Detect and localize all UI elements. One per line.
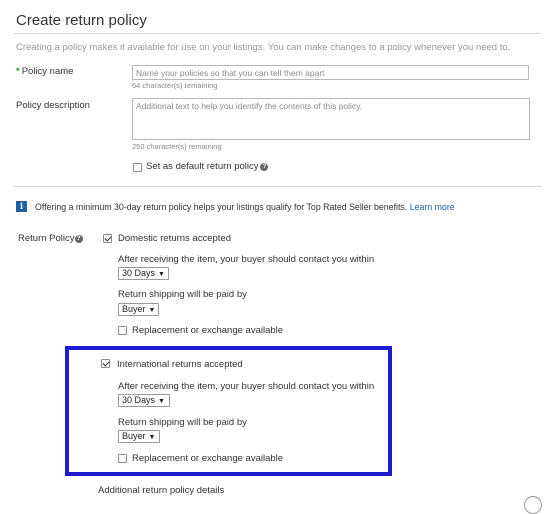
chevron-down-icon: ▼ <box>158 271 165 278</box>
international-contact-select[interactable]: 30 Days ▼ <box>118 394 170 407</box>
additional-details-label: Additional return policy details <box>98 485 225 496</box>
notice-text: Offering a minimum 30-day return policy … <box>35 202 408 212</box>
domestic-returns-checkbox[interactable] <box>103 234 112 243</box>
policy-description-label: Policy description <box>16 100 90 111</box>
domestic-shipping-select[interactable]: Buyer ▼ <box>118 303 159 316</box>
international-shipping-value: Buyer <box>122 431 146 441</box>
international-returns-checkbox-wrap[interactable] <box>101 359 110 371</box>
chevron-down-icon: ▼ <box>148 434 156 441</box>
international-contact-label: After receiving the item, your buyer sho… <box>118 381 375 392</box>
domestic-shipping-value: Buyer <box>122 304 146 314</box>
intro-text: Creating a policy makes it available for… <box>16 42 511 53</box>
domestic-replacement-checkbox[interactable] <box>118 326 127 335</box>
international-returns-label[interactable]: International returns accepted <box>117 359 243 370</box>
default-policy-checkbox-wrap[interactable] <box>133 163 142 175</box>
section-divider <box>14 186 542 187</box>
info-icon: i <box>16 201 27 212</box>
policy-name-input[interactable] <box>132 65 529 80</box>
international-shipping-select[interactable]: Buyer ▼ <box>118 430 160 443</box>
question-circle-icon[interactable]: ? <box>260 163 269 171</box>
international-replacement-checkbox[interactable] <box>118 454 127 463</box>
policy-name-label-text: Policy name <box>21 66 74 77</box>
question-circle-icon[interactable]: ? <box>74 235 83 243</box>
return-policy-label-text: Return Policy <box>18 233 75 244</box>
default-policy-label-text: Set as default return policy <box>146 161 259 172</box>
domestic-contact-label: After receiving the item, your buyer sho… <box>118 254 375 265</box>
domestic-contact-select[interactable]: 30 Days ▼ <box>118 267 169 280</box>
chevron-down-icon: ▼ <box>148 307 156 314</box>
top-rated-notice: Offering a minimum 30-day return policy … <box>35 202 455 212</box>
policy-description-remaining: 250 character(s) remaining <box>132 142 222 151</box>
domestic-returns-label[interactable]: Domestic returns accepted <box>118 233 231 244</box>
policy-name-label: * Policy name <box>16 66 73 77</box>
policy-name-remaining: 64 character(s) remaining <box>132 81 218 90</box>
policy-description-textarea[interactable] <box>132 98 530 140</box>
default-policy-label[interactable]: Set as default return policy? <box>146 161 269 172</box>
international-contact-value: 30 Days <box>122 395 156 405</box>
title-divider <box>14 33 540 34</box>
required-mark: * <box>16 66 20 77</box>
scroll-button[interactable] <box>524 496 542 514</box>
international-shipping-label: Return shipping will be paid by <box>118 417 247 428</box>
default-policy-checkbox[interactable] <box>133 163 142 172</box>
domestic-returns-checkbox-wrap[interactable] <box>103 234 112 246</box>
international-returns-checkbox[interactable] <box>101 359 110 368</box>
learn-more-link[interactable]: Learn more <box>410 202 455 212</box>
page-title: Create return policy <box>16 12 147 29</box>
international-replacement-checkbox-wrap[interactable] <box>118 454 127 466</box>
domestic-shipping-label: Return shipping will be paid by <box>118 289 247 300</box>
chevron-down-icon: ▼ <box>158 398 165 405</box>
domestic-contact-value: 30 Days <box>122 268 156 278</box>
domestic-replacement-checkbox-wrap[interactable] <box>118 326 127 338</box>
domestic-replacement-label[interactable]: Replacement or exchange available <box>132 325 283 336</box>
return-policy-label: Return Policy? <box>18 233 83 244</box>
international-replacement-label[interactable]: Replacement or exchange available <box>132 453 283 464</box>
